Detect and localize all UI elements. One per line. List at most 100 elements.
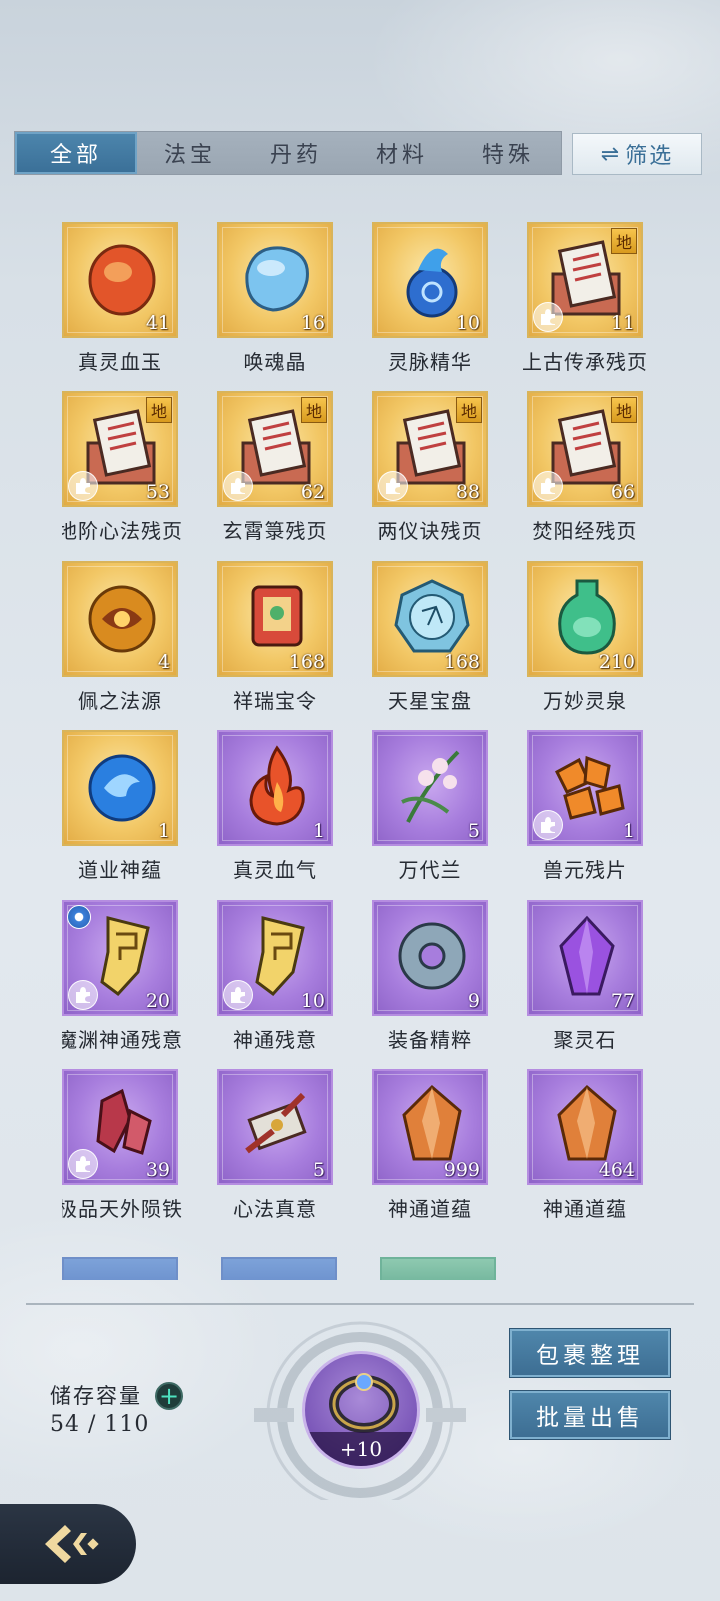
inventory-item[interactable]: 1 真灵血气 [217,730,333,890]
item-tile[interactable]: 210 [527,561,643,677]
puzzle-piece-icon [533,810,563,840]
item-name: 万代兰 [398,858,462,882]
inventory-item[interactable]: 16 唤魂晶 [217,222,333,382]
item-quantity: 11 [610,312,635,334]
item-tile[interactable]: 地 11 [527,222,643,338]
inventory-item[interactable]: 77 聚灵石 [527,900,643,1060]
tab-materials[interactable]: 材料 [349,132,455,174]
inventory-item[interactable]: 20 魔渊神通残意 [62,900,182,1060]
item-tile[interactable]: 4 [62,561,178,677]
inventory-item[interactable]: 9 装备精粹 [372,900,488,1060]
puzzle-piece-icon [68,980,98,1010]
purple-crystal-icon [559,915,615,996]
item-tile[interactable]: 5 [217,1069,333,1185]
partial-item-tile[interactable] [380,1257,496,1280]
item-tile[interactable]: 168 [217,561,333,677]
filter-button[interactable]: ⇌ 筛选 [572,133,702,175]
item-tile[interactable]: 16 [217,222,333,338]
item-tile[interactable]: 1 [217,730,333,846]
inventory-item[interactable]: 地 62 玄霄箓残页 [217,391,333,551]
grade-badge: 地 [301,397,327,423]
item-tile[interactable]: 地 53 [62,391,178,507]
item-tile[interactable]: 20 [62,900,178,1016]
item-tile[interactable]: 地 88 [372,391,488,507]
inventory-item[interactable]: 464 神通道蕴 [527,1069,643,1229]
token-icon [251,585,303,647]
inventory-item[interactable]: 1 兽元残片 [527,730,643,890]
inventory-item[interactable]: 4 佩之法源 [62,561,178,721]
item-quantity: 88 [455,481,480,503]
item-name: 兽元残片 [543,858,627,882]
item-tile[interactable]: 10 [217,900,333,1016]
inventory-item[interactable]: 999 神通道蕴 [372,1069,488,1229]
inventory-item[interactable]: 地 88 两仪诀残页 [372,391,488,551]
inventory-item[interactable]: 210 万妙灵泉 [527,561,643,721]
tab-treasure[interactable]: 法宝 [137,132,243,174]
item-quantity: 5 [467,820,480,842]
item-quantity: 53 [145,481,170,503]
inventory-item[interactable]: 39 极品天外陨铁 [62,1069,182,1229]
inventory-item[interactable]: 地 53 地阶心法残页 [62,391,182,551]
inventory-item[interactable]: 5 万代兰 [372,730,488,890]
tab-special[interactable]: 特殊 [455,132,561,174]
upgrade-item-orb[interactable]: +10 [302,1351,420,1469]
inventory-item[interactable]: 5 心法真意 [217,1069,333,1229]
item-tile[interactable]: 10 [372,222,488,338]
tab-pills[interactable]: 丹药 [243,132,349,174]
partial-item-tile[interactable] [62,1257,178,1280]
tab-all[interactable]: 全部 [15,132,137,174]
inventory-item[interactable]: 10 灵脉精华 [372,222,488,382]
bracelet-icon [329,1373,399,1433]
orange-crystal-icon [557,1084,617,1161]
item-quantity: 66 [610,481,635,503]
item-quantity: 4 [157,651,170,673]
inventory-item[interactable]: 41 真灵血玉 [62,222,178,382]
item-name: 神通残意 [233,1028,317,1052]
item-tile[interactable]: 9 [372,900,488,1016]
inventory-item[interactable]: 地 11 上古传承残页 [522,222,647,382]
spirit-mark-icon [67,905,91,929]
plus-icon[interactable]: + [155,1382,183,1410]
item-name: 神通道蕴 [388,1197,472,1221]
item-tile[interactable]: 464 [527,1069,643,1185]
item-tile[interactable]: 41 [62,222,178,338]
back-button[interactable] [0,1504,136,1584]
item-quantity: 20 [145,990,170,1012]
item-tile[interactable]: 39 [62,1069,178,1185]
inventory-item[interactable]: 10 神通残意 [217,900,333,1060]
spirit-essence-icon [406,248,458,318]
inventory-item[interactable]: 168 祥瑞宝令 [217,561,333,721]
item-quantity: 168 [443,651,480,673]
puzzle-piece-icon [68,1149,98,1179]
swap-arrows-icon: ⇌ [600,141,622,167]
item-name: 玄霄箓残页 [222,519,328,543]
storage-label: 储存容量 [50,1384,142,1408]
item-quantity: 77 [610,990,635,1012]
item-name: 真灵血气 [233,858,317,882]
inventory-item[interactable]: 1 道业神蕴 [62,730,178,890]
item-quantity: 41 [145,312,170,334]
item-quantity: 10 [455,312,480,334]
item-tile[interactable]: 地 62 [217,391,333,507]
item-name: 焚阳经残页 [532,519,638,543]
divider [26,1303,694,1305]
blue-swirl-orb-icon [88,754,156,822]
item-tile[interactable]: 1 [527,730,643,846]
bulk-sell-button[interactable]: 批量出售 [510,1391,670,1439]
item-tile[interactable]: 5 [372,730,488,846]
item-quantity: 1 [157,820,170,842]
item-quantity: 5 [312,1159,325,1181]
inventory-item[interactable]: 地 66 焚阳经残页 [527,391,643,551]
ring-essence-icon [398,922,466,990]
grade-badge: 地 [611,228,637,254]
item-tile[interactable]: 168 [372,561,488,677]
item-tile[interactable]: 地 66 [527,391,643,507]
item-tile[interactable]: 77 [527,900,643,1016]
partial-item-tile[interactable] [221,1257,337,1280]
item-tile[interactable]: 1 [62,730,178,846]
item-tile[interactable]: 999 [372,1069,488,1185]
organize-bag-button[interactable]: 包裹整理 [510,1329,670,1377]
item-quantity: 62 [300,481,325,503]
bonus-label: +10 [305,1432,417,1466]
inventory-item[interactable]: 168 天星宝盘 [372,561,488,721]
